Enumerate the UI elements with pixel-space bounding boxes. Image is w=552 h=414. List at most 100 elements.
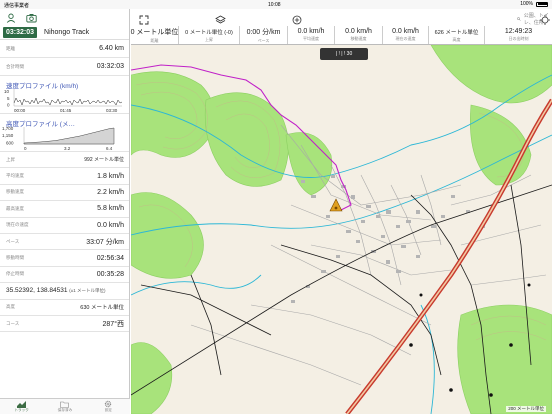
stat-row-total-time: 合計時間 03:32:03 <box>0 58 129 76</box>
folder-icon <box>60 401 70 408</box>
stat-bar-value: 0 メートル単位 <box>130 28 179 36</box>
forest-area <box>204 92 289 187</box>
map-view[interactable]: 200 メートル単位 <box>131 45 552 414</box>
status-bar: 通信事業者 10:08 100% <box>0 0 552 9</box>
fullscreen-icon[interactable] <box>139 12 149 25</box>
tab-bar: トラック 保存済み 設定 <box>0 398 130 414</box>
locate-icon[interactable] <box>540 12 550 25</box>
stat-value: 02:56:34 <box>96 254 124 262</box>
stat-value: 992 メートル単位 <box>84 157 124 164</box>
speed-x-tick: 03:30 <box>106 108 118 113</box>
carrier-label: 通信事業者 <box>4 3 30 9</box>
stat-bar-value: 0.0 km/h <box>345 28 372 35</box>
stat-bar-value: 0.0 km/h <box>392 28 419 35</box>
app-root: 通信事業者 10:08 100% 03:32:03 Nihongo Track … <box>0 0 552 414</box>
stat-row-pace: ペース 33:07 分/km <box>0 234 129 251</box>
stat-moving-speed[interactable]: 0.0 km/h 移動速度 <box>335 26 383 44</box>
stat-row-altitude: 高度 630 メートル単位 <box>0 300 129 316</box>
stat-altitude[interactable]: 626 メートル単位 高度 <box>429 26 485 44</box>
stat-value: 33:07 分/km <box>86 238 124 246</box>
add-icon[interactable] <box>292 12 302 25</box>
stat-bar-label: 日の出時刻 <box>508 36 529 41</box>
stat-avg-speed[interactable]: 0.0 km/h 平均速度 <box>288 26 335 44</box>
track-header: 03:32:03 Nihongo Track <box>0 26 129 40</box>
elev-x-tick: 0 <box>24 146 27 151</box>
major-road <box>140 284 272 336</box>
elev-y-tick: 600 <box>6 141 14 146</box>
stat-pace[interactable]: 0:00 分/km ペース <box>240 26 288 44</box>
elevation-profile[interactable]: 高度プロファイル (メ… 1,700 1,150 600 0 3.2 6.4 <box>0 114 129 152</box>
stat-row-max-speed: 最高速度 5.8 km/h <box>0 201 129 218</box>
stat-sunrise[interactable]: 12:49:23 日の出時刻 <box>485 26 552 44</box>
stat-bar-label: 現在の速度 <box>395 36 416 41</box>
tab-track[interactable]: トラック <box>0 399 43 414</box>
elev-x-tick: 6.4 <box>106 146 113 151</box>
battery-icon <box>536 1 548 7</box>
chart-icon <box>17 400 27 408</box>
tab-label: 設定 <box>104 408 112 412</box>
stat-label: 最高速度 <box>6 205 24 211</box>
speed-y-tick: 10 <box>4 89 10 94</box>
coordinates-row[interactable]: 35.52392, 138.84531 (±1 メートル単位) <box>0 283 129 300</box>
battery-indicator: 100% <box>520 1 548 7</box>
elevation-area <box>23 127 115 145</box>
panel-toolbar <box>0 9 129 26</box>
speed-x-tick: 00:00 <box>14 108 26 113</box>
layers-icon[interactable] <box>215 12 226 24</box>
stat-row-stopped-time: 停止時間 00:35:28 <box>0 267 129 284</box>
stat-value: 630 メートル単位 <box>80 305 124 312</box>
major-road <box>190 274 222 376</box>
speed-chart: 10 5 0 00:00 01:45 03:30 <box>0 87 129 113</box>
stat-bar-label: 移動速度 <box>350 36 367 41</box>
speed-x-tick: 01:45 <box>60 108 72 113</box>
stat-bar-value: 0:00 分/km <box>246 28 281 36</box>
stat-bar-label: 高度 <box>452 36 461 42</box>
stat-bar-value: 12:49:23 <box>504 28 533 35</box>
stat-value: 00:35:28 <box>96 270 124 278</box>
stat-current-speed[interactable]: 0.0 km/h 現在の速度 <box>383 26 429 44</box>
forest-area <box>131 192 204 279</box>
coordinates-value: 35.52392, 138.84531 (±1 メートル単位) <box>6 287 106 294</box>
stat-label: 上昇 <box>6 156 15 162</box>
stat-row-moving-time: 移動時間 02:56:34 <box>0 250 129 267</box>
stat-distance[interactable]: 0 メートル単位 距離 <box>131 26 179 44</box>
coordinates-accuracy: (±1 メートル単位) <box>69 288 106 294</box>
river <box>420 304 435 414</box>
current-location-marker <box>329 198 343 212</box>
speed-limit-box[interactable]: | ! | ! 30 <box>320 48 368 60</box>
stat-bar-value: 0 メートル単位 (-0) <box>185 29 233 36</box>
tab-label: トラック <box>14 407 29 412</box>
map-toolbar: 公園、トイレ、住所 <box>131 9 552 26</box>
stat-label: 移動時間 <box>6 255 24 261</box>
elev-x-tick: 3.2 <box>64 146 71 151</box>
track-name: Nihongo Track <box>44 29 90 36</box>
stat-label: 距離 <box>6 45 15 51</box>
speed-y-tick: 5 <box>7 96 10 101</box>
stat-ascent[interactable]: 0 メートル単位 (-0) 上昇 <box>179 26 240 44</box>
clock: 10:08 <box>268 2 281 8</box>
stat-label: 合計時間 <box>6 63 24 69</box>
elevation-chart: 1,700 1,150 600 0 3.2 6.4 <box>0 125 129 151</box>
tab-settings[interactable]: 設定 <box>87 399 130 414</box>
stat-bar-label: 平均速度 <box>303 36 319 41</box>
stat-label: 停止時間 <box>6 271 24 277</box>
stat-bar-label: 距離 <box>150 37 159 43</box>
coordinates-latlon: 35.52392, 138.84531 <box>6 287 68 295</box>
forest-area <box>430 45 552 104</box>
speed-profile[interactable]: 速度プロファイル (km/h) 10 5 0 00:00 01:45 03:30 <box>0 76 129 114</box>
river <box>131 274 262 296</box>
speed-line <box>13 97 123 106</box>
stat-label: 移動速度 <box>6 189 24 195</box>
stat-label: 高度 <box>6 304 15 310</box>
stat-row-moving-speed: 移動速度 2.2 km/h <box>0 185 129 202</box>
stat-bar-label: 上昇 <box>205 36 213 42</box>
user-icon[interactable] <box>5 12 16 23</box>
track-panel: 03:32:03 Nihongo Track 距離 6.40 km 合計時間 0… <box>0 9 130 414</box>
stat-row-ascent: 上昇 992 メートル単位 <box>0 152 129 169</box>
camera-icon[interactable] <box>26 12 37 23</box>
tab-saved[interactable]: 保存済み <box>43 399 86 414</box>
duration-badge[interactable]: 03:32:03 <box>3 27 38 38</box>
stat-label: コース <box>6 320 20 326</box>
stat-value: 03:32:03 <box>96 63 124 70</box>
stat-bar-value: 0.0 km/h <box>297 28 325 35</box>
